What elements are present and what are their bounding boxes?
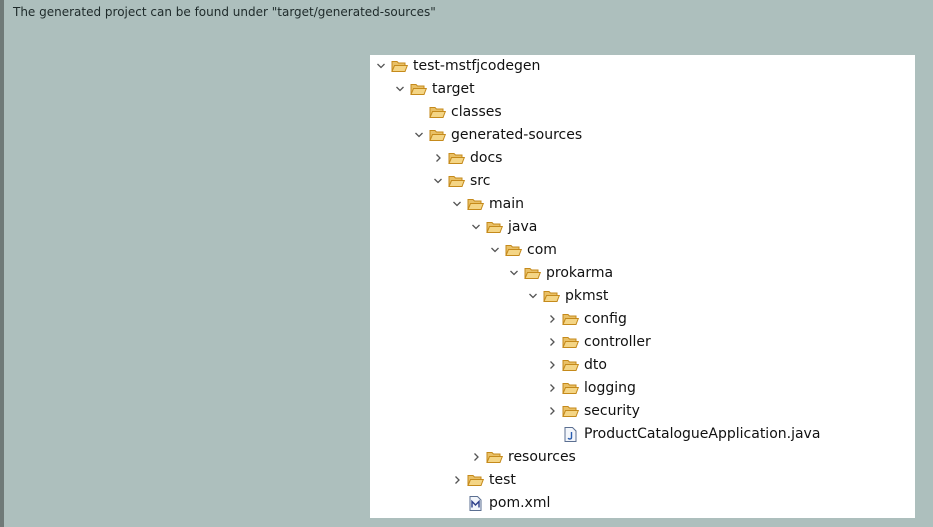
tree-item-generated-sources[interactable]: generated-sources xyxy=(370,124,915,146)
tree-item-dto[interactable]: dto xyxy=(370,354,915,376)
tree-item-java[interactable]: java xyxy=(370,216,915,238)
tree-item-label: pkmst xyxy=(565,288,609,304)
tree-item-label: java xyxy=(508,219,538,235)
tree-item-logging[interactable]: logging xyxy=(370,377,915,399)
tree-item-src[interactable]: src xyxy=(370,170,915,192)
chevron-down-icon[interactable] xyxy=(412,128,426,142)
tree-item-label: com xyxy=(527,242,557,258)
tree-item-label: main xyxy=(489,196,524,212)
tree-item-label: config xyxy=(584,311,627,327)
chevron-right-icon[interactable] xyxy=(545,335,559,349)
tree-item-label: security xyxy=(584,403,640,419)
folder-open-icon xyxy=(561,380,579,396)
tree-item-label: src xyxy=(470,173,491,189)
folder-open-icon xyxy=(409,81,427,97)
tree-item-target[interactable]: target xyxy=(370,78,915,100)
tree-item-config[interactable]: config xyxy=(370,308,915,330)
tree-item-security[interactable]: security xyxy=(370,400,915,422)
folder-open-icon xyxy=(390,58,408,74)
java-file-icon xyxy=(561,426,579,442)
folder-open-icon xyxy=(428,104,446,120)
folder-open-icon xyxy=(447,150,465,166)
chevron-down-icon[interactable] xyxy=(507,266,521,280)
chevron-right-icon[interactable] xyxy=(469,450,483,464)
folder-open-icon xyxy=(466,196,484,212)
folder-open-icon xyxy=(447,173,465,189)
tree-item-label: controller xyxy=(584,334,651,350)
tree-item-label: target xyxy=(432,81,475,97)
caption-text: The generated project can be found under… xyxy=(13,5,436,19)
folder-open-icon xyxy=(466,472,484,488)
tree-item-pom-xml[interactable]: pom.xml xyxy=(370,492,915,514)
tree-item-productcatalogueapplication-java[interactable]: ProductCatalogueApplication.java xyxy=(370,423,915,445)
tree-item-test[interactable]: test xyxy=(370,469,915,491)
tree-item-label: logging xyxy=(584,380,636,396)
chevron-down-icon[interactable] xyxy=(526,289,540,303)
tree-item-label: docs xyxy=(470,150,503,166)
folder-open-icon xyxy=(561,334,579,350)
folder-open-icon xyxy=(542,288,560,304)
tree-item-label: test-mstfjcodegen xyxy=(413,58,541,74)
tree-item-label: prokarma xyxy=(546,265,614,281)
folder-open-icon xyxy=(485,219,503,235)
chevron-down-icon[interactable] xyxy=(469,220,483,234)
tree-item-test-mstfjcodegen[interactable]: test-mstfjcodegen xyxy=(370,55,915,77)
window-left-border xyxy=(0,0,4,527)
chevron-down-icon[interactable] xyxy=(450,197,464,211)
tree-item-com[interactable]: com xyxy=(370,239,915,261)
tree-item-resources[interactable]: resources xyxy=(370,446,915,468)
tree-item-label: test xyxy=(489,472,516,488)
chevron-down-icon[interactable] xyxy=(393,82,407,96)
tree-item-main[interactable]: main xyxy=(370,193,915,215)
tree-item-controller[interactable]: controller xyxy=(370,331,915,353)
chevron-right-icon[interactable] xyxy=(545,358,559,372)
tree-item-pkmst[interactable]: pkmst xyxy=(370,285,915,307)
tree-item-label: pom.xml xyxy=(489,495,551,511)
tree-item-classes[interactable]: classes xyxy=(370,101,915,123)
folder-open-icon xyxy=(561,357,579,373)
project-tree: test-mstfjcodegen target classes generated-… xyxy=(370,55,915,518)
chevron-down-icon[interactable] xyxy=(374,59,388,73)
chevron-right-icon[interactable] xyxy=(431,151,445,165)
chevron-down-icon[interactable] xyxy=(488,243,502,257)
tree-item-label: dto xyxy=(584,357,607,373)
folder-open-icon xyxy=(561,403,579,419)
maven-pom-icon xyxy=(466,495,484,511)
folder-open-icon xyxy=(485,449,503,465)
tree-item-label: ProductCatalogueApplication.java xyxy=(584,426,821,442)
tree-item-label: resources xyxy=(508,449,576,465)
tree-item-label: generated-sources xyxy=(451,127,583,143)
tree-item-docs[interactable]: docs xyxy=(370,147,915,169)
tree-item-label: classes xyxy=(451,104,502,120)
folder-open-icon xyxy=(428,127,446,143)
chevron-right-icon[interactable] xyxy=(450,473,464,487)
chevron-right-icon[interactable] xyxy=(545,404,559,418)
chevron-right-icon[interactable] xyxy=(545,381,559,395)
folder-open-icon xyxy=(504,242,522,258)
tree-item-prokarma[interactable]: prokarma xyxy=(370,262,915,284)
chevron-down-icon[interactable] xyxy=(431,174,445,188)
folder-open-icon xyxy=(523,265,541,281)
chevron-right-icon[interactable] xyxy=(545,312,559,326)
folder-open-icon xyxy=(561,311,579,327)
